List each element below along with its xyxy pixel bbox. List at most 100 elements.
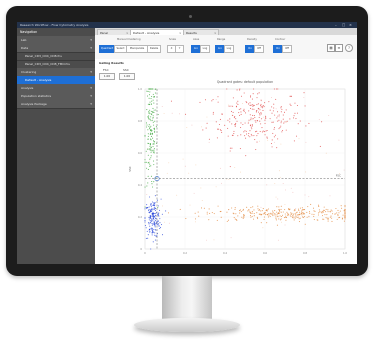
scatter-point	[298, 209, 300, 212]
density-label: Density	[247, 38, 257, 41]
scatter-point	[247, 135, 249, 137]
scatter-point	[148, 162, 150, 164]
scatter-point	[151, 201, 154, 203]
scatter-point	[159, 227, 161, 230]
screen: Research Workflow - Flow Cytometry Analy…	[17, 22, 357, 264]
sidebar-item-analysis-package[interactable]: Analysis Package ▾	[17, 100, 95, 109]
scatter-point	[154, 92, 157, 94]
scatter-point	[337, 214, 339, 217]
scatter-point	[226, 211, 228, 213]
scatter-point	[276, 224, 278, 226]
delete-button[interactable]: Delete	[147, 45, 161, 53]
scatter-point	[284, 121, 286, 123]
scatter-point	[302, 213, 305, 215]
sidebar-item-label: Default - Analysis	[25, 78, 52, 83]
scatter-point	[144, 217, 146, 219]
scatter-point	[254, 138, 256, 141]
scatter-point	[299, 120, 301, 122]
scatter-point	[249, 215, 252, 217]
x-tick-label: 0.8	[303, 251, 307, 255]
scatter-point	[240, 134, 242, 136]
scatter-point	[195, 164, 197, 166]
grid-icon[interactable]: ▦	[327, 44, 335, 52]
scatter-point	[338, 139, 340, 141]
scatter-point	[151, 229, 153, 231]
scatter-point	[144, 206, 146, 208]
scatter-point	[229, 121, 231, 123]
x-tick-label: 0	[144, 251, 146, 255]
scatter-point	[283, 111, 286, 113]
scatter-point	[297, 123, 299, 125]
scatter-point	[151, 150, 153, 152]
scatter-point	[302, 212, 304, 214]
scatter-point	[229, 166, 231, 168]
scatter-point	[146, 207, 148, 209]
range-log-button[interactable]: Log	[224, 45, 234, 53]
density-off-button[interactable]: Off	[254, 45, 264, 53]
scatter-point	[250, 104, 252, 106]
scatter-point	[161, 106, 163, 107]
scatter-point	[204, 99, 207, 101]
scatter-point	[323, 206, 325, 208]
axis-y-button[interactable]: Y	[175, 45, 184, 53]
scatter-point	[146, 90, 148, 92]
scatter-point	[158, 212, 160, 214]
scatter-point	[232, 114, 234, 117]
scatter-point	[260, 106, 262, 108]
scatter-point	[277, 138, 279, 140]
scatter-point	[258, 209, 260, 212]
scatter-point	[152, 99, 154, 101]
scatter-point	[216, 219, 218, 221]
scatter-point	[275, 196, 277, 198]
scatter-point	[154, 215, 156, 217]
scatter-point	[176, 194, 178, 196]
scatter-point	[200, 207, 203, 209]
close-button[interactable]: ×	[349, 23, 352, 27]
scatter-point	[290, 95, 292, 98]
scatter-point	[289, 214, 291, 216]
scatter-point	[310, 203, 312, 205]
scatter-point	[146, 148, 148, 150]
quadrant-button[interactable]: Quadrant	[99, 45, 115, 53]
scatter-point	[199, 101, 201, 103]
scatter-point	[184, 113, 187, 115]
help-icon[interactable]: ?	[345, 44, 353, 52]
scatter-point	[240, 113, 242, 116]
scatter-point	[321, 215, 324, 217]
scatter-point	[243, 131, 245, 133]
scatter-point	[158, 215, 160, 217]
manipulate-button[interactable]: Manipulate	[126, 45, 148, 53]
menu-icon[interactable]: ≡	[335, 44, 343, 52]
log-button[interactable]: Log	[200, 45, 210, 53]
scatter-point	[318, 205, 320, 208]
scatter-point	[344, 209, 346, 211]
scatter-point	[149, 145, 151, 147]
scatter-point	[257, 217, 259, 220]
scatter-point	[165, 210, 167, 212]
scatter-point	[154, 223, 156, 225]
scatter-point	[154, 120, 156, 122]
scatter-point	[299, 217, 301, 219]
scatter-point	[153, 128, 156, 130]
scatter-point	[250, 133, 252, 135]
minimize-button[interactable]: –	[335, 23, 337, 27]
scatter-point	[235, 106, 237, 108]
maximize-button[interactable]: □	[342, 23, 345, 27]
scatter-point	[324, 214, 326, 216]
scatter-point	[289, 118, 291, 120]
scatter-plot[interactable]: Quadrant gates: default population 0 0.2 0.…	[95, 59, 357, 264]
scatter-point	[276, 211, 278, 213]
scatter-point	[266, 136, 268, 138]
scatter-point	[266, 129, 268, 132]
contour-off-button[interactable]: Off	[282, 45, 292, 53]
scatter-point	[280, 215, 283, 218]
scatter-point	[168, 222, 170, 224]
scatter-point	[249, 136, 251, 138]
scatter-point	[152, 204, 154, 206]
scatter-point	[263, 218, 265, 221]
scatter-point	[279, 215, 281, 217]
scatter-point	[294, 102, 296, 104]
scatter-point	[191, 124, 193, 126]
scatter-point	[247, 103, 250, 105]
scatter-point	[215, 98, 217, 100]
